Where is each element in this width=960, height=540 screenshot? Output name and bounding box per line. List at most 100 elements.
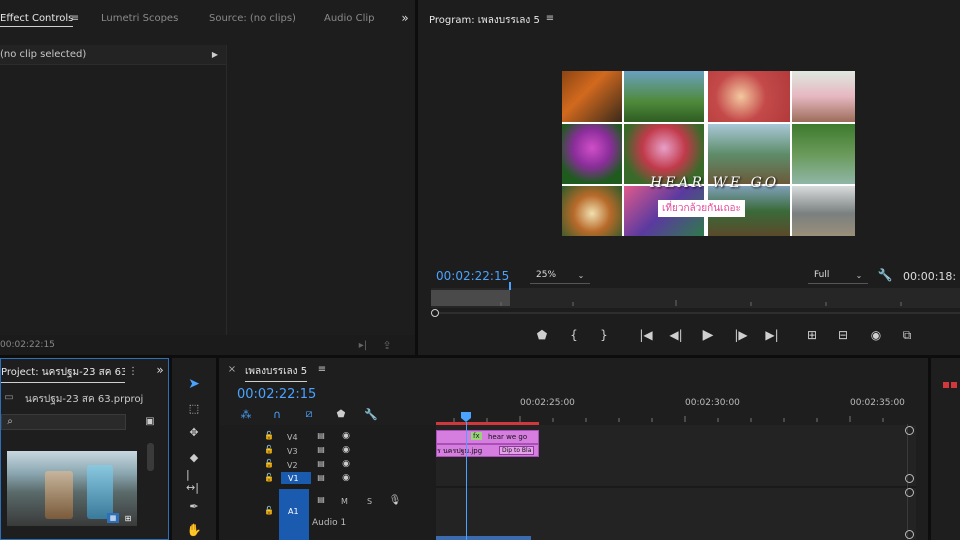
v1-lock-icon[interactable]: 🔓 — [264, 473, 274, 482]
mark-out-button[interactable]: } — [596, 328, 612, 342]
v1-eye-icon[interactable]: ◉ — [340, 473, 352, 483]
dissolve-transition[interactable]: Dip to Bla — [499, 446, 535, 455]
v3-film-icon[interactable]: ▤ — [316, 445, 326, 454]
project-overflow-icon[interactable]: » — [153, 363, 167, 377]
tools-panel: ➤ ⬚ ✥ ◆ |↔| ✒ ✋ — [172, 358, 216, 540]
v4-film-icon[interactable]: ▤ — [316, 431, 326, 440]
list-view-icon[interactable]: ▦ — [107, 513, 119, 523]
fx-badge: fx — [471, 432, 482, 440]
slip-tool-icon[interactable]: |↔| — [186, 468, 202, 494]
export-icon[interactable]: ⇪ — [380, 338, 394, 352]
track-a1[interactable]: A1 — [288, 507, 299, 516]
scroll-knob-audio-top[interactable] — [905, 488, 914, 497]
project-scrollbar[interactable] — [147, 443, 154, 471]
clip-hear-we-go[interactable]: fx hear we go — [436, 430, 539, 444]
v2-lock-icon[interactable]: 🔓 — [264, 459, 274, 468]
sequence-menu-icon[interactable]: ≡ — [317, 364, 327, 375]
track-v2[interactable]: V2 — [287, 461, 298, 470]
mosaic-structure — [792, 186, 855, 236]
audio-track-name: Audio 1 — [312, 518, 347, 528]
zoom-bar[interactable] — [439, 312, 960, 314]
nest-icon[interactable]: ⁂ — [240, 408, 252, 421]
play-button[interactable]: ▶ — [700, 327, 716, 343]
zoom-chevron-icon[interactable]: ⌄ — [576, 270, 586, 280]
v1-film-icon[interactable]: ▤ — [316, 473, 326, 482]
track-select-tool-icon[interactable]: ⬚ — [186, 401, 202, 415]
clip-thumbnail[interactable]: ▦ ⊞ — [7, 451, 137, 526]
wrench-icon[interactable]: 🔧 — [878, 268, 893, 282]
scroll-knob-bottom[interactable] — [905, 530, 914, 539]
project-more-icon[interactable]: ⋮ — [128, 365, 138, 377]
hand-tool-icon[interactable]: ✋ — [186, 523, 202, 537]
track-v1[interactable]: V1 — [288, 474, 299, 483]
new-bin-icon[interactable]: ▣ — [143, 415, 157, 427]
selection-tool-icon[interactable]: ➤ — [186, 376, 202, 392]
extract-button[interactable]: ⊟ — [834, 328, 852, 342]
scroll-knob-top[interactable] — [905, 426, 914, 435]
zoom-handle[interactable] — [431, 309, 439, 317]
program-title[interactable]: Program: เพลงบรรเลง 5 — [429, 13, 540, 30]
scrubber-playhead[interactable] — [509, 282, 512, 290]
v2-eye-icon[interactable]: ◉ — [340, 459, 352, 469]
clip-image-label: ร นครปฐม.jpg — [437, 447, 483, 455]
icon-view-icon[interactable]: ⊞ — [122, 513, 134, 523]
solo-button[interactable]: S — [367, 497, 372, 506]
filter-icon[interactable]: ▸| — [356, 338, 370, 352]
effect-footer — [0, 335, 415, 355]
razor-tool-icon[interactable]: ◆ — [186, 450, 202, 464]
expand-triangle-icon[interactable]: ▶ — [210, 49, 220, 59]
timeline-settings-icon[interactable]: 🔧 — [364, 408, 378, 421]
ruler-label-1: 00:02:25:00 — [520, 398, 575, 408]
snap-icon[interactable]: ∩ — [271, 408, 283, 421]
audio-clip-stub[interactable] — [436, 536, 531, 540]
a1-sync-icon[interactable]: ▤ — [316, 495, 326, 504]
go-to-in-button[interactable]: |◀ — [638, 328, 654, 342]
add-marker-icon[interactable]: ⬟ — [335, 408, 347, 420]
scroll-knob-mid[interactable] — [905, 474, 914, 483]
program-timecode[interactable]: 00:02:22:15 — [436, 269, 509, 283]
track-v3[interactable]: V3 — [287, 447, 298, 456]
step-back-button[interactable]: ◀| — [668, 328, 684, 342]
step-forward-button[interactable]: |▶ — [733, 328, 749, 342]
tab-lumetri-scopes[interactable]: Lumetri Scopes — [101, 13, 178, 24]
tab-effect-controls[interactable]: Effect Controls — [0, 13, 74, 27]
scrubber-ticks — [500, 300, 902, 306]
compare-view-button[interactable]: ⧉ — [898, 328, 916, 342]
lift-button[interactable]: ⊞ — [803, 328, 821, 342]
ripple-edit-tool-icon[interactable]: ✥ — [186, 425, 202, 439]
video-frame[interactable]: HEAR WE GO เที่ยวกล้วยกันเถอะ — [562, 71, 855, 236]
tab-audio-clip-mixer[interactable]: Audio Clip M — [324, 13, 378, 24]
panel-menu-icon[interactable]: ≡ — [70, 13, 80, 24]
lane-divider-video — [436, 486, 916, 488]
timeline-timecode[interactable]: 00:02:22:15 — [237, 387, 316, 402]
search-input[interactable] — [1, 414, 126, 430]
pen-tool-icon[interactable]: ✒ — [186, 499, 202, 513]
program-menu-icon[interactable]: ≡ — [545, 13, 555, 24]
microphone-icon[interactable]: 🎙 — [389, 494, 402, 506]
meter-peak-right — [951, 382, 957, 388]
go-to-out-button[interactable]: ▶| — [764, 328, 780, 342]
export-frame-button[interactable]: ◉ — [868, 328, 884, 342]
overlay-subtitle: เที่ยวกล้วยกันเถอะ — [658, 200, 745, 217]
close-sequence-icon[interactable]: × — [227, 364, 237, 375]
track-v4[interactable]: V4 — [287, 433, 298, 442]
overlay-title: HEAR WE GO — [650, 175, 780, 191]
overflow-chevron-icon[interactable]: » — [398, 11, 412, 25]
linked-selection-icon[interactable]: ⧄ — [303, 407, 315, 420]
mark-in-button[interactable]: { — [566, 328, 582, 342]
v3-lock-icon[interactable]: 🔓 — [264, 445, 274, 454]
add-marker-button[interactable]: ⬟ — [534, 328, 550, 342]
v2-film-icon[interactable]: ▤ — [316, 459, 326, 468]
v4-lock-icon[interactable]: 🔓 — [264, 431, 274, 440]
mosaic-boat-garden — [792, 124, 855, 184]
tab-source[interactable]: Source: (no clips) — [209, 13, 296, 24]
a1-lock-icon[interactable]: 🔓 — [264, 506, 274, 515]
v3-eye-icon[interactable]: ◉ — [340, 445, 352, 455]
clip-image[interactable]: ร นครปฐม.jpg Dip to Bla — [436, 444, 539, 457]
thumbnail-cup-left — [45, 471, 73, 519]
project-title[interactable]: Project: นครปฐม-23 สค 63 — [1, 365, 125, 383]
mute-button[interactable]: M — [341, 497, 348, 506]
v4-eye-icon[interactable]: ◉ — [340, 431, 352, 441]
sequence-tab[interactable]: เพลงบรรเลง 5 — [245, 364, 308, 382]
quality-chevron-icon[interactable]: ⌄ — [854, 270, 864, 280]
